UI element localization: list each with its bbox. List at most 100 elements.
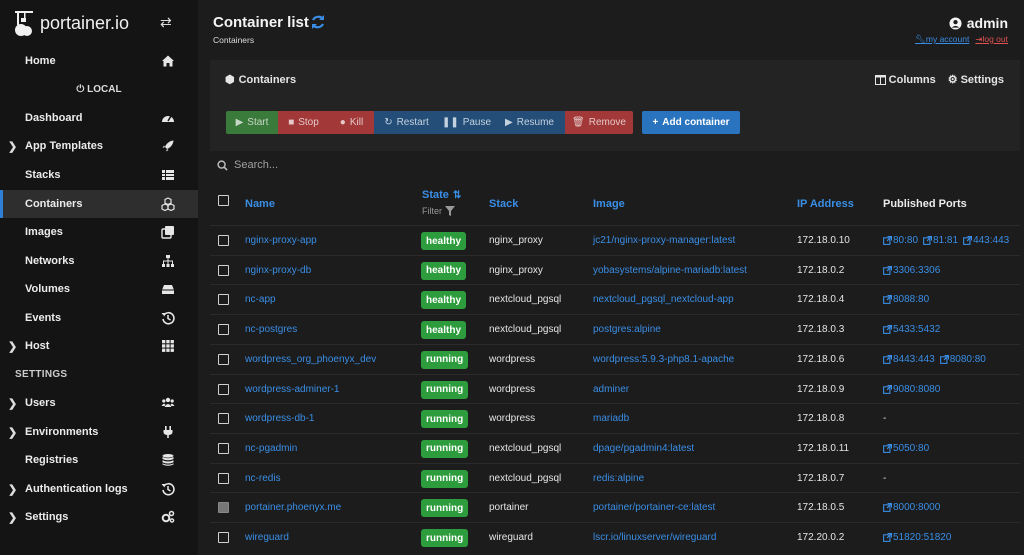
image-link[interactable]: redis:alpine (593, 473, 644, 484)
row-checkbox[interactable] (218, 532, 229, 543)
grid-icon (162, 340, 174, 352)
sidebar-item-registries[interactable]: Registries (0, 446, 198, 474)
state-filter[interactable]: Filter (422, 206, 455, 216)
start-button[interactable]: ▶ Start (226, 111, 278, 134)
database-icon (162, 454, 174, 466)
my-account-link[interactable]: 🔧︎my account (915, 34, 969, 45)
image-link[interactable]: jc21/nginx-proxy-manager:latest (593, 235, 735, 246)
container-name-link[interactable]: nginx-proxy-db (245, 265, 311, 276)
row-checkbox[interactable] (218, 235, 229, 246)
column-ports: Published Ports (883, 198, 967, 210)
port-link[interactable]: 443:443 (963, 235, 1009, 246)
port-link[interactable]: 80:80 (883, 235, 918, 246)
sidebar-item-dashboard[interactable]: Dashboard (0, 104, 198, 132)
row-checkbox[interactable] (218, 324, 229, 336)
add-container-button[interactable]: + Add container (642, 111, 740, 134)
sidebar-item-networks[interactable]: Networks (0, 247, 198, 275)
stack-name: nginx_proxy (489, 264, 543, 276)
sidebar-item-volumes[interactable]: Volumes (0, 275, 198, 303)
kill-button[interactable]: ● Kill (329, 111, 374, 134)
port-link[interactable]: 8000:8000 (883, 502, 940, 513)
table-settings-button[interactable]: ⚙ Settings (947, 73, 1004, 87)
row-checkbox[interactable] (218, 413, 229, 425)
port-link[interactable]: 8088:80 (883, 294, 929, 305)
gear-icon: ⚙ (947, 74, 958, 86)
port-link[interactable]: 5050:80 (883, 443, 929, 454)
container-name-link[interactable]: wireguard (245, 532, 289, 543)
container-name-link[interactable]: nc-pgadmin (245, 443, 297, 454)
plug-icon (163, 426, 173, 438)
port-link[interactable]: 9080:8080 (883, 384, 940, 395)
sidebar-item-users[interactable]: ❯ Users (0, 389, 198, 417)
pause-icon: ❚❚ (441, 117, 459, 128)
row-checkbox[interactable] (218, 383, 229, 395)
image-link[interactable]: dpage/pgadmin4:latest (593, 443, 694, 454)
published-ports: 5050:80 (883, 443, 929, 454)
image-link[interactable]: nextcloud_pgsql_nextcloud-app (593, 294, 734, 305)
log-out-link[interactable]: ⇥log out (975, 34, 1008, 45)
port-link[interactable]: 3306:3306 (883, 265, 940, 276)
column-name[interactable]: Name (245, 198, 275, 210)
image-link[interactable]: lscr.io/linuxserver/wireguard (593, 532, 716, 543)
search-input[interactable] (234, 159, 534, 171)
table-row: portainer.phoenyx.me running portainer port… (210, 492, 1020, 523)
swap-arrows-icon[interactable]: ⇄ (160, 14, 172, 31)
sidebar-item-environments[interactable]: ❯ Environments (0, 418, 198, 446)
image-link[interactable]: postgres:alpine (593, 324, 661, 335)
resume-button[interactable]: ▶ Resume (494, 111, 565, 134)
column-state[interactable]: State ⇅ (422, 189, 461, 201)
refresh-icon[interactable] (310, 14, 326, 30)
column-ip[interactable]: IP Address (797, 198, 854, 210)
image-link[interactable]: mariadb (593, 413, 629, 424)
restart-button[interactable]: ↻ Restart (374, 111, 439, 134)
row-checkbox[interactable] (218, 353, 229, 365)
port-link[interactable]: 51820:51820 (883, 532, 951, 543)
select-all-checkbox[interactable] (218, 195, 229, 206)
row-checkbox[interactable] (218, 264, 229, 276)
user-menu[interactable]: admin (949, 15, 1008, 31)
table-row: wordpress-adminer-1 running wordpress admin… (210, 373, 1020, 404)
sidebar-item-settings[interactable]: ❯ Settings (0, 503, 198, 531)
image-link[interactable]: portainer/portainer-ce:latest (593, 502, 715, 513)
column-stack[interactable]: Stack (489, 198, 518, 210)
sidebar-item-containers[interactable]: Containers (0, 190, 198, 218)
sidebar-item-app-templates[interactable]: ❯ App Templates (0, 132, 198, 160)
sidebar-item-events[interactable]: Events (0, 304, 198, 332)
port-link[interactable]: 8443:443 (883, 354, 935, 365)
image-link[interactable]: adminer (593, 384, 629, 395)
container-name-link[interactable]: portainer.phoenyx.me (245, 502, 341, 513)
column-image[interactable]: Image (593, 198, 625, 210)
sidebar-item-authentication-logs[interactable]: ❯ Authentication logs (0, 475, 198, 503)
sidebar-item-label: Volumes (25, 283, 71, 295)
status-badge: healthy (421, 291, 467, 310)
remove-button[interactable]: 🗑︎ Remove (565, 111, 633, 134)
row-checkbox[interactable] (218, 472, 229, 484)
image-link[interactable]: wordpress:5.9.3-php8.1-apache (593, 354, 734, 365)
container-name-link[interactable]: wordpress_org_phoenyx_dev (245, 354, 376, 365)
container-name-link[interactable]: wordpress-db-1 (245, 413, 314, 424)
container-name-link[interactable]: wordpress-adminer-1 (245, 384, 339, 395)
user-circle-icon (949, 16, 962, 30)
row-checkbox[interactable] (218, 294, 229, 306)
ip-address: 172.18.0.9 (797, 383, 845, 395)
pause-button[interactable]: ❚❚ Pause (439, 111, 494, 134)
image-link[interactable]: yobasystems/alpine-mariadb:latest (593, 265, 747, 276)
portainer-logo[interactable]: portainer.io (14, 6, 144, 40)
stop-button[interactable]: ■ Stop (278, 111, 329, 134)
columns-button[interactable]: Columns (874, 73, 936, 86)
sidebar-item-images[interactable]: Images (0, 218, 198, 246)
container-name-link[interactable]: nc-redis (245, 473, 281, 484)
sidebar-item-label: Authentication logs (25, 483, 128, 495)
portainer-app: portainer.io ⇄ Home Dashboard ❯ App Templat… (0, 0, 1024, 555)
container-name-link[interactable]: nc-postgres (245, 324, 297, 335)
port-link[interactable]: 8080:80 (939, 354, 986, 365)
sidebar-item-stacks[interactable]: Stacks (0, 161, 198, 189)
container-name-link[interactable]: nc-app (245, 294, 276, 305)
port-link[interactable]: 5433:5432 (883, 324, 940, 335)
sidebar-item-host[interactable]: ❯ Host (0, 332, 198, 360)
stack-name: nextcloud_pgsql (489, 472, 562, 484)
row-checkbox[interactable] (218, 442, 229, 454)
sidebar-item-home[interactable]: Home (0, 47, 198, 75)
container-name-link[interactable]: nginx-proxy-app (245, 235, 317, 246)
port-link[interactable]: 81:81 (923, 235, 958, 246)
